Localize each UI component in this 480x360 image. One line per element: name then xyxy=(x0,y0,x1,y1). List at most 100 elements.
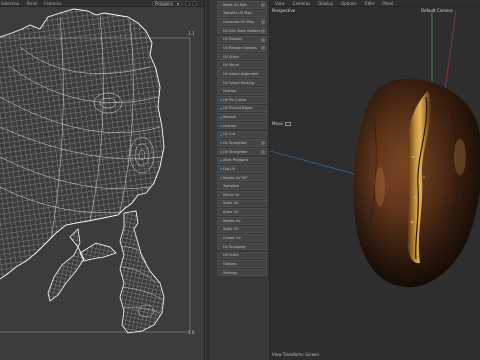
tool-button[interactable]: UV Stitch xyxy=(217,52,267,61)
tool-button-label: UV Island Packing xyxy=(223,80,255,85)
tool-options-icon[interactable] xyxy=(261,141,265,146)
tool-button-label: UV Stitch xyxy=(223,54,240,59)
tool-button-label: UV Pinned Edges xyxy=(223,106,253,111)
tool-button-list: Reset UV Edit Transfer UV Map Generate UV … xyxy=(217,1,267,278)
tool-button[interactable]: UV Island Packing xyxy=(217,78,267,87)
tool-active-icon xyxy=(219,107,222,110)
tool-button[interactable]: Options xyxy=(217,260,267,268)
viewport-menu-options[interactable]: Options xyxy=(341,1,356,6)
tool-button[interactable]: UV Mirror xyxy=(217,61,267,69)
tool-button-label: Settings xyxy=(223,270,238,275)
uv-toolbar-icon-button[interactable] xyxy=(192,1,197,6)
viewport-scene xyxy=(270,10,480,288)
uv-editor-panel: Selection Panel Features Polygons ▾ 1.1 … xyxy=(0,0,204,360)
palette-strip xyxy=(206,0,210,360)
tool-button-label: Relaxer xyxy=(223,115,237,120)
3d-viewport[interactable]: View Cameras Display Options Filter Pane… xyxy=(270,0,480,360)
coffee-bean-model[interactable] xyxy=(353,78,480,288)
uv-map-canvas[interactable] xyxy=(0,7,204,360)
tool-button[interactable]: Unwrap xyxy=(217,121,267,130)
tool-button-label: Transfer UV Map xyxy=(223,11,252,16)
tool-active-icon xyxy=(219,177,222,179)
selection-mode-dropdown[interactable]: Polygons ▾ xyxy=(152,1,182,6)
tool-button-label: Generate UV Map xyxy=(223,20,254,25)
uv-island-strip xyxy=(119,210,165,334)
tool-button-label: UV Relaxer Options xyxy=(223,45,257,50)
tool-button[interactable]: Center UV xyxy=(217,234,267,242)
viewport-status-text: View Transform: Screen xyxy=(272,352,320,357)
tool-button[interactable]: UV Island Alignment xyxy=(217,70,267,78)
uv-toolbar-icon-button[interactable] xyxy=(185,1,190,6)
tool-button[interactable]: UV Relaxer Options xyxy=(217,44,267,52)
tool-button[interactable]: Transfer UV Map xyxy=(217,9,267,18)
tool-button[interactable]: Align Polygons xyxy=(217,156,267,165)
tool-button-label: Unwrap xyxy=(223,89,237,94)
tool-button-label: Center UV xyxy=(223,236,241,241)
viewport-menu-display[interactable]: Display xyxy=(318,1,333,6)
tool-button-label: UV Pin Cutter xyxy=(223,97,247,102)
tool-button[interactable]: Generate UV Map xyxy=(217,18,267,26)
tool-button-label: Options xyxy=(223,261,237,266)
tool-button[interactable]: UV Relaxer xyxy=(217,35,267,44)
tool-button-label: UV Cut xyxy=(223,132,236,137)
tool-button[interactable]: Scale UV xyxy=(217,208,267,216)
tool-options-icon[interactable] xyxy=(261,20,265,25)
tool-options-icon[interactable] xyxy=(261,3,265,8)
tool-button[interactable]: Translate xyxy=(217,182,267,190)
viewport-view-name: Perspective xyxy=(272,8,296,13)
tool-active-icon xyxy=(219,125,222,128)
tool-button[interactable]: UV Straighten xyxy=(217,147,267,156)
move-tool-label: Move xyxy=(272,121,283,126)
tool-button[interactable]: Unwrap xyxy=(217,87,267,95)
tool-button[interactable]: UV Scale xyxy=(217,251,267,260)
tool-button-label: Align Polygons xyxy=(223,158,249,163)
uv-menu-panel[interactable]: Panel xyxy=(26,1,37,6)
tool-button[interactable]: UV Snapping xyxy=(217,242,267,251)
tool-options-icon[interactable] xyxy=(261,37,265,42)
tool-button-label: Flip UV xyxy=(223,166,236,171)
tool-button[interactable]: Flip UV xyxy=(217,165,267,173)
viewport-menu-view[interactable]: View xyxy=(275,1,285,6)
tool-button-label: Mirror UV xyxy=(223,192,240,197)
axis-x-line xyxy=(443,10,457,98)
tool-button[interactable]: Settings xyxy=(217,268,267,277)
tool-button[interactable]: Reset UV Edit xyxy=(217,1,267,9)
viewport-menu-filter[interactable]: Filter xyxy=(364,1,374,6)
tool-button-label: Rotate UV xyxy=(223,218,241,223)
uv-coordinate-bottom: 1.0 xyxy=(188,330,195,335)
tool-button[interactable]: Relaxer xyxy=(217,113,267,121)
tool-button[interactable]: UV Pinned Edges xyxy=(217,104,267,113)
tool-button[interactable]: Scale UV xyxy=(217,225,267,234)
tool-button-label: UV Edit Tools Options xyxy=(223,28,261,33)
uv-island-small xyxy=(47,228,117,302)
move-tool-handle-icon[interactable] xyxy=(284,121,291,126)
viewport-menu-panel[interactable]: Panel xyxy=(382,1,393,6)
tool-button-label: UV Snapping xyxy=(223,244,246,249)
tool-button-label: UV Relaxer xyxy=(223,37,243,42)
tool-button-label: Translate xyxy=(223,184,239,189)
tool-button[interactable]: UV Pin Cutter xyxy=(217,96,267,104)
tool-button-label: UV Scale xyxy=(223,253,239,258)
move-tool-hud[interactable]: Move xyxy=(272,121,291,126)
tool-button-label: UV Straighten xyxy=(223,149,248,154)
uv-menu-features[interactable]: Features xyxy=(44,1,61,6)
uv-coordinate-top: 1.1 xyxy=(188,31,195,36)
viewport-menu-cameras[interactable]: Cameras xyxy=(293,1,311,6)
uv-menu-selection[interactable]: Selection xyxy=(1,1,19,6)
tool-options-icon[interactable] xyxy=(261,46,265,51)
tool-active-icon xyxy=(219,168,222,171)
tool-button[interactable]: UV Straighten xyxy=(217,139,267,147)
tool-button[interactable]: Rotate UV xyxy=(217,217,267,225)
viewport-camera-name[interactable]: Default Camera xyxy=(421,8,453,13)
tool-active-icon xyxy=(219,116,222,119)
tool-button[interactable]: UV Cut xyxy=(217,130,267,139)
tool-options-icon[interactable] xyxy=(261,150,265,155)
tool-button[interactable]: Mirror UV xyxy=(217,191,267,199)
tool-button-label: Unwrap xyxy=(223,123,237,128)
tool-button[interactable]: Rotate UV 90° xyxy=(217,173,267,182)
tool-button[interactable]: UV Edit Tools Options xyxy=(217,26,267,35)
tool-options-icon[interactable] xyxy=(261,29,265,34)
tool-button-label: UV Mirror xyxy=(223,63,240,68)
tool-active-icon xyxy=(219,133,222,136)
tool-button[interactable]: Scale UV xyxy=(217,199,267,208)
